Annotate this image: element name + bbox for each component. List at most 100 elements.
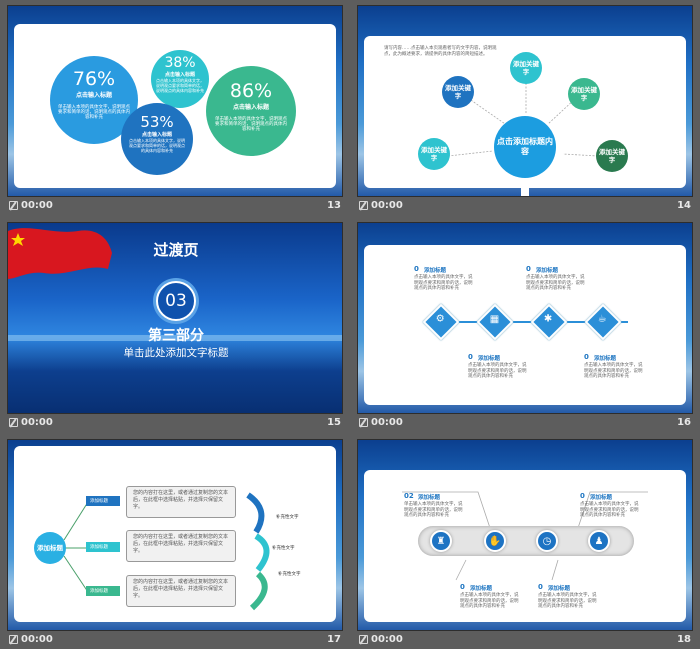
slide-number: 14 bbox=[677, 200, 691, 211]
slide-timing: 00:00 bbox=[21, 634, 53, 645]
item-text: 点击输入本项的具体文字，说明观点要求和简单的话，说明观点的具体内容和补充 bbox=[468, 363, 527, 379]
slide-number: 17 bbox=[327, 634, 341, 645]
climb-icon: ♜ bbox=[430, 530, 452, 552]
branch-tag: 添加标题 bbox=[86, 496, 120, 506]
text-box: 您的内容打在这里，或者通过复制您的文本后，在此框中选择粘贴，并选择只保留文字。 bbox=[126, 530, 236, 562]
slide-meta: 00:00 13 bbox=[7, 199, 343, 215]
transition-icon[interactable] bbox=[9, 635, 18, 644]
slide-timing: 00:00 bbox=[371, 200, 403, 211]
slide-number: 18 bbox=[677, 634, 691, 645]
item-text: 点击输入本项的具体文字，说明观点要求和简单的话，说明观点的具体内容和补充 bbox=[414, 275, 473, 291]
bubble-text: 点击输入本项的具体文字，说明观点要求和简单的话，说明观点的具体内容和补充 bbox=[129, 138, 185, 153]
item-number: 0 bbox=[460, 583, 465, 591]
slide-cell-13: 76% 点击输入标题 单击输入本项的具体文字，说明观点要求和简单的话，说明观点的… bbox=[7, 5, 343, 215]
item-text: 点击输入本项的具体文字，说明观点要求和简单的话，说明观点的具体内容和补充 bbox=[460, 593, 519, 609]
slide-thumbnail-16[interactable]: 0 添加标题 点击输入本项的具体文字，说明观点要求和简单的话，说明观点的具体内容… bbox=[357, 222, 693, 414]
center-stem bbox=[521, 178, 529, 196]
slide-timing: 00:00 bbox=[21, 200, 53, 211]
bubble-86: 86% 点击输入标题 单击输入本项的具体文字，说明观点要求和简单的话，说明观点的… bbox=[206, 66, 296, 156]
slide-number: 15 bbox=[327, 417, 341, 428]
transition-icon[interactable] bbox=[359, 418, 368, 427]
keyword-node: 添加关键字 bbox=[442, 76, 474, 108]
bubble-38: 38% 点击输入标题 点击输入本项的具体文字，说明观点要求和简单的话，说明观点的… bbox=[151, 50, 209, 108]
slide-cell-17: 添加标题 添加标题 添加标题 添加标题 您的内容打在这里，或者通过复制您的文本后… bbox=[7, 439, 343, 649]
item-label: 添加标题 bbox=[418, 495, 441, 501]
slide-number: 16 bbox=[677, 417, 691, 428]
bubble-text: 点击输入本项的具体文字，说明观点要求和简单的话，说明观点的具体内容和补充 bbox=[156, 78, 204, 93]
note-text: 补充性文字 bbox=[272, 546, 295, 551]
section-title: 过渡页 bbox=[153, 241, 199, 259]
item-number: 0 bbox=[468, 353, 473, 361]
item-number: 0 bbox=[526, 265, 531, 273]
keyword-node: 添加关键字 bbox=[596, 140, 628, 172]
transition-icon[interactable] bbox=[359, 201, 368, 210]
item-number: 0 bbox=[414, 265, 419, 273]
item-label: 添加标题 bbox=[470, 586, 493, 592]
branch-tag: 添加标题 bbox=[86, 586, 120, 596]
transition-icon[interactable] bbox=[359, 635, 368, 644]
slide-timing: 00:00 bbox=[371, 417, 403, 428]
section-part: 第三部分 bbox=[148, 328, 204, 344]
note-text: 补充性文字 bbox=[278, 572, 301, 577]
bubble-title: 点击输入标题 bbox=[164, 72, 195, 78]
slide-thumbnail-17[interactable]: 添加标题 添加标题 添加标题 添加标题 您的内容打在这里，或者通过复制您的文本后… bbox=[7, 439, 343, 631]
item-label: 添加标题 bbox=[590, 495, 613, 501]
keyword-node: 添加关键字 bbox=[510, 52, 542, 84]
slide-sorter-grid: 76% 点击输入标题 单击输入本项的具体文字，说明观点要求和简单的话，说明观点的… bbox=[0, 0, 700, 649]
section-subtitle: 单击此处添加文字标题 bbox=[123, 347, 229, 359]
item-label: 添加标题 bbox=[536, 268, 559, 274]
text-box: 您的内容打在这里，或者通过复制您的文本后，在此框中选择粘贴，并选择只保留文字。 bbox=[126, 575, 236, 607]
bubble-percent: 53% bbox=[140, 113, 174, 131]
slide-number: 13 bbox=[327, 200, 341, 211]
item-text: 单击输入本项的具体文字，说明观点要求和简单的话，说明观点的具体内容和补充 bbox=[404, 502, 463, 518]
keyword-node: 添加关键字 bbox=[568, 78, 600, 110]
team-icon: ♟ bbox=[588, 530, 610, 552]
item-number: 0 bbox=[538, 583, 543, 591]
clock-icon: ◷ bbox=[536, 530, 558, 552]
slide-thumbnail-14[interactable]: 请写内容……点击输入本页观看者写的文字内容，说明观点，此为概述要求，请提供的具体… bbox=[357, 5, 693, 197]
bubble-53: 53% 点击输入标题 点击输入本项的具体文字，说明观点要求和简单的话，说明观点的… bbox=[121, 103, 193, 175]
bubble-title: 点击输入标题 bbox=[75, 92, 112, 99]
item-number: 0 bbox=[580, 492, 585, 500]
transition-icon[interactable] bbox=[9, 201, 18, 210]
bubble-percent: 38% bbox=[164, 55, 196, 71]
keyword-node: 添加关键字 bbox=[418, 138, 450, 170]
bubble-title: 点击输入标题 bbox=[232, 104, 269, 111]
section-index: 03 bbox=[156, 281, 196, 321]
presentation-icon: ▦ bbox=[489, 313, 500, 325]
slide-cell-14: 请写内容……点击输入本页观看者写的文字内容，说明观点，此为概述要求，请提供的具体… bbox=[357, 5, 693, 215]
note-text: 补充性文字 bbox=[276, 515, 299, 520]
slide-thumbnail-18[interactable]: ♜ ✋ ◷ ♟ 02 添加标题 单击输入本项的具体文字，说明观点要求和简单的话，… bbox=[357, 439, 693, 631]
slide-thumbnail-13[interactable]: 76% 点击输入标题 单击输入本项的具体文字，说明观点要求和简单的话，说明观点的… bbox=[7, 5, 343, 197]
bubble-percent: 76% bbox=[72, 68, 116, 90]
bubble-percent: 86% bbox=[229, 80, 273, 102]
slide-meta: 00:00 18 bbox=[357, 633, 693, 649]
slide-meta: 00:00 14 bbox=[357, 199, 693, 215]
item-label: 添加标题 bbox=[594, 356, 617, 362]
slide-thumbnail-15[interactable]: 过渡页 03 第三部分 单击此处添加文字标题 bbox=[7, 222, 343, 414]
bubble-text: 单击输入本项的具体文字，说明观点要求和简单的话，说明观点的具体内容和补充 bbox=[215, 117, 287, 132]
slide-cell-15: 过渡页 03 第三部分 单击此处添加文字标题 00:00 15 bbox=[7, 222, 343, 432]
slide-timing: 00:00 bbox=[21, 417, 53, 428]
slide-meta: 00:00 16 bbox=[357, 416, 693, 432]
item-text: 点击输入本项的具体文字，说明观点要求和简单的话，说明观点的具体内容和补充 bbox=[538, 593, 597, 609]
branch-tag: 添加标题 bbox=[86, 542, 120, 552]
item-number: 0 bbox=[584, 353, 589, 361]
item-text: 点击输入本项的具体文字，说明观点要求和简单的话，说明观点的具体内容和补充 bbox=[584, 363, 643, 379]
coffee-icon: ☕ bbox=[597, 313, 607, 325]
root-node: 添加标题 bbox=[34, 532, 66, 564]
slide-cell-18: ♜ ✋ ◷ ♟ 02 添加标题 单击输入本项的具体文字，说明观点要求和简单的话，… bbox=[357, 439, 693, 649]
slide-meta: 00:00 17 bbox=[7, 633, 343, 649]
transition-icon[interactable] bbox=[9, 418, 18, 427]
bubble-title: 点击输入标题 bbox=[141, 132, 172, 138]
item-label: 添加标题 bbox=[424, 268, 447, 274]
item-label: 添加标题 bbox=[478, 356, 501, 362]
slide-cell-16: 0 添加标题 点击输入本项的具体文字，说明观点要求和简单的话，说明观点的具体内容… bbox=[357, 222, 693, 432]
item-text: 点击输入本项的具体文字，说明观点要求和简单的话，说明观点的具体内容和补充 bbox=[580, 502, 639, 518]
item-number: 02 bbox=[404, 492, 414, 500]
slide-timing: 00:00 bbox=[371, 634, 403, 645]
person-icon: ✱ bbox=[543, 313, 553, 325]
handshake-icon: ✋ bbox=[484, 530, 506, 552]
text-box: 您的内容打在这里，或者通过复制您的文本后，在此框中选择粘贴，并选择只保留文字。 bbox=[126, 486, 236, 518]
center-node: 点击添加标题内容 bbox=[494, 116, 556, 178]
